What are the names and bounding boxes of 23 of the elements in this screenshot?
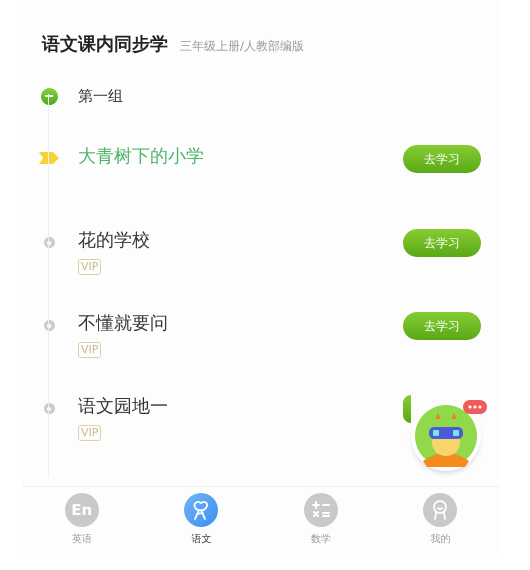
lesson-title[interactable]: 花的学校 [78,229,403,253]
study-button[interactable] [403,395,411,423]
collapse-icon[interactable] [40,88,58,104]
page-title: 语文课内同步学 [42,33,168,57]
study-button[interactable]: 去学习 [403,229,481,257]
lesson-title[interactable]: 大青树下的小学 [78,145,403,169]
lesson-title[interactable]: 不懂就要问 [78,312,403,336]
vip-badge: VIP [78,342,102,358]
nav-label[interactable]: 英语 [72,532,92,547]
study-button[interactable]: 去学习 [403,145,481,173]
nav-tab[interactable]: 数学 [261,493,380,554]
mascot-icon [415,405,477,467]
lesson-title[interactable]: 语文园地一 [78,395,403,419]
grade-edition: 三年级上册/人教部编版 [180,38,304,55]
nav-tab[interactable]: 我的 [380,493,500,554]
group-label[interactable]: 第一组 [78,84,123,108]
nav-label[interactable]: 我的 [430,532,450,547]
nav-label[interactable]: 语文 [191,532,212,547]
vip-badge: VIP [78,425,102,441]
nav-tab[interactable]: 语文 [142,493,261,554]
vip-badge: VIP [78,259,102,275]
study-button[interactable]: 去学习 [403,312,481,340]
nav-label[interactable]: 数学 [310,532,331,547]
